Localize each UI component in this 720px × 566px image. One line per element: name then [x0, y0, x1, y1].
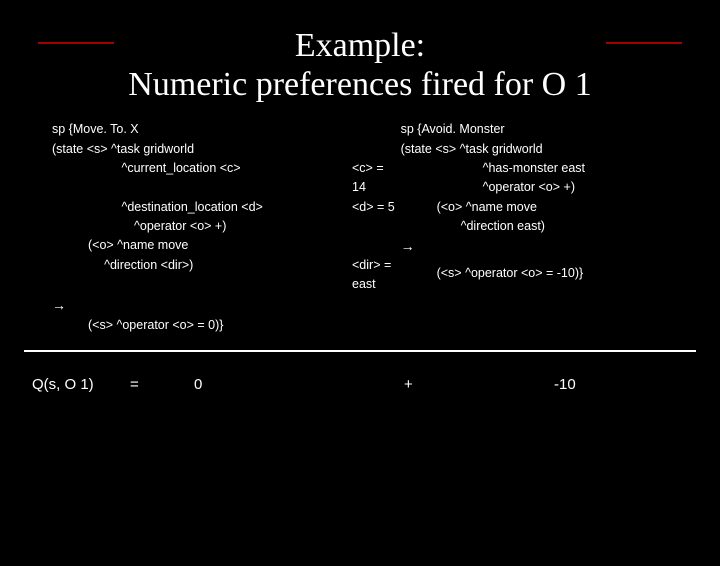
term-minus10: -10 [554, 376, 696, 393]
left-line: ^direction <dir>) [52, 256, 352, 295]
left-rule-block: sp {Move. To. X (state <s> ^task gridwor… [52, 120, 401, 335]
right-line: ^has-monster east [401, 159, 696, 178]
right-line: ^operator <o> +) [401, 178, 696, 197]
right-line: (<s> ^operator <o> = -10)} [401, 258, 696, 283]
left-line: (<o> ^name move [52, 236, 401, 255]
qs-label: Q(s, O 1) [24, 376, 130, 393]
left-text: ^direction <dir>) [104, 258, 193, 272]
left-line: ^current_location <c> [52, 159, 352, 198]
title-area: Example: Numeric preferences fired for O… [38, 26, 682, 104]
title-line1: Example: [295, 27, 425, 64]
binding-value: <d> = 5 [352, 198, 395, 217]
term-zero: 0 [194, 376, 404, 393]
left-line: ^operator <o> +) [52, 217, 401, 236]
content-columns: sp {Move. To. X (state <s> ^task gridwor… [0, 104, 720, 335]
right-line: ^direction east) [401, 217, 696, 236]
arrow-icon: → [52, 295, 401, 317]
right-rule-block: sp {Avoid. Monster (state <s> ^task grid… [401, 120, 696, 335]
binding-value: <c> = 14 [352, 159, 401, 198]
left-line: (<s> ^operator <o> = 0)} [52, 316, 401, 335]
equals-sign: = [130, 376, 194, 393]
title-line2: Numeric preferences fired for O 1 [128, 66, 591, 103]
arrow-icon: → [401, 236, 696, 258]
left-text: ^destination_location <d> [121, 200, 262, 214]
binding-value: <dir> = east [352, 256, 401, 295]
left-line: sp {Move. To. X [52, 120, 401, 139]
slide-title: Example: Numeric preferences fired for O… [114, 26, 605, 104]
right-line: (state <s> ^task gridworld [401, 140, 696, 159]
left-text: ^current_location <c> [121, 161, 240, 175]
equation-row: Q(s, O 1) = 0 + -10 [0, 352, 720, 393]
right-line: sp {Avoid. Monster [401, 120, 696, 139]
left-line: ^destination_location <d> [52, 198, 352, 217]
plus-sign: + [404, 376, 554, 393]
right-line: (<o> ^name move [401, 198, 696, 217]
left-line: (state <s> ^task gridworld [52, 140, 401, 159]
